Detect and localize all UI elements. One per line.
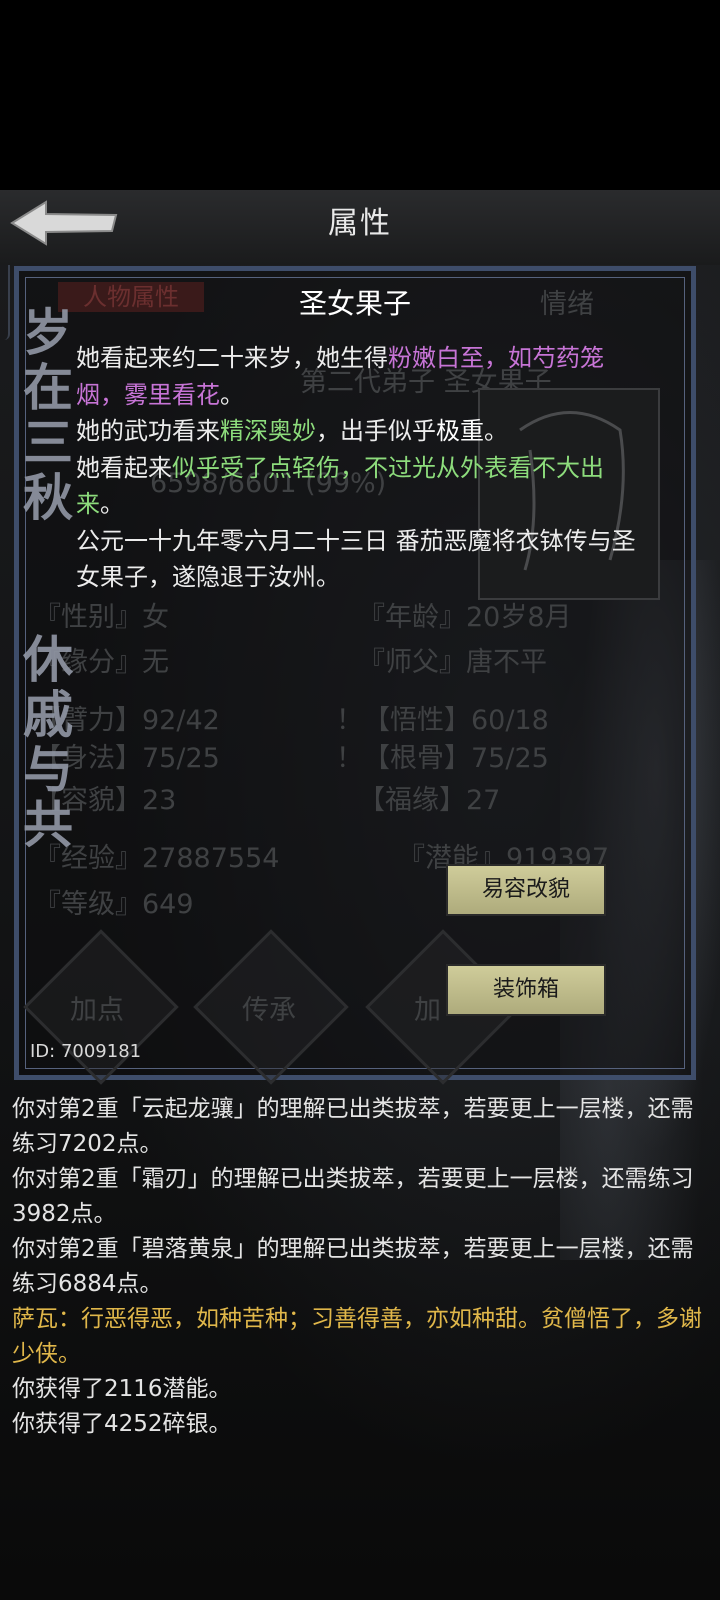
text: 。 (220, 380, 244, 409)
calligraphy-char: 休 (23, 630, 73, 689)
log-entry: 你获得了4252碎银。 (12, 1411, 232, 1437)
bg-inherit-button[interactable]: 传承 (242, 988, 296, 1027)
bg-stat-row-4-right: ！【根骨】75/25 (336, 743, 549, 774)
calligraphy-bottom: 休 戚 与 共 (20, 632, 76, 852)
bg-stat-row-1-right: 『年龄』20岁8月 (358, 602, 572, 633)
message-log[interactable]: 你对第2重「云起龙骧」的理解已出类拔萃，若要更上一层楼，还需练习7202点。 你… (12, 1092, 702, 1442)
text: 。 (100, 490, 124, 518)
history-line: 公元一十九年零六月二十三日 番茄恶魔将衣钵传与圣女果子，遂隐退于汝州。 (76, 526, 636, 592)
calligraphy-char: 共 (23, 795, 73, 854)
health-line: 她看起来似乎受了点轻伤，不过光从外表看不大出来。 (76, 450, 636, 523)
player-id: ID: 7009181 (30, 1041, 142, 1062)
character-name: 圣女果子 (298, 287, 411, 320)
disguise-button[interactable]: 易容改貌 (448, 866, 604, 914)
bg-add-points-button[interactable]: 加点 (70, 988, 124, 1027)
strength-highlight: 极重 (436, 417, 484, 445)
calligraphy-char: 三 (23, 413, 73, 472)
wardrobe-button[interactable]: 装饰箱 (448, 966, 604, 1014)
skill-highlight: 精深奥妙 (220, 417, 316, 445)
calligraphy-top: 岁 在 三 秋 (20, 305, 76, 525)
calligraphy-char: 在 (23, 358, 73, 417)
bg-add-button[interactable]: 加 (414, 988, 441, 1027)
text: 她看起来 (76, 453, 172, 482)
calligraphy-char: 与 (23, 740, 73, 799)
text: 她看起来约二十来岁，她生得 (76, 344, 388, 372)
appearance-line: 她看起来约二十来岁，她生得粉嫩白至，如芍药笼烟，雾里看花。 (76, 340, 636, 413)
bg-stat-row-2-right: 『师父』唐不平 (358, 647, 547, 678)
bg-level: 『等级』649 (34, 889, 194, 920)
calligraphy-char: 秋 (23, 468, 73, 527)
text: ，出手似乎 (316, 417, 436, 445)
calligraphy-char: 戚 (23, 685, 73, 744)
bg-stat-row-3-right: ！【悟性】60/18 (336, 705, 549, 736)
martial-line: 她的武功看来精深奥妙，出手似乎极重。 (76, 413, 636, 450)
log-entry: 你获得了2116潜能。 (12, 1376, 232, 1402)
bg-stat-row-5-right: 【福缘】27 (358, 785, 501, 816)
log-entry: 你对第2重「霜刃」的理解已出类拔萃，若要更上一层楼，还需练习3982点。 (12, 1166, 694, 1227)
log-entry: 你对第2重「云起龙骧」的理解已出类拔萃，若要更上一层楼，还需练习7202点。 (12, 1096, 694, 1157)
bg-stat-row-1-left: 『性别』女 (34, 602, 169, 633)
character-description: 她看起来约二十来岁，她生得粉嫩白至，如芍药笼烟，雾里看花。 她的武功看来精深奥妙… (76, 340, 636, 596)
text: 。 (484, 417, 508, 445)
log-entry-npc-dialogue: 萨瓦：行恶得恶，如种苦种；习善得善，亦如种甜。贫僧悟了，多谢少侠。 (12, 1306, 702, 1367)
page-title: 属性 (328, 206, 392, 241)
text: 她的武功看来 (76, 417, 220, 445)
log-entry: 你对第2重「碧落黄泉」的理解已出类拔萃，若要更上一层楼，还需练习6884点。 (12, 1236, 694, 1297)
